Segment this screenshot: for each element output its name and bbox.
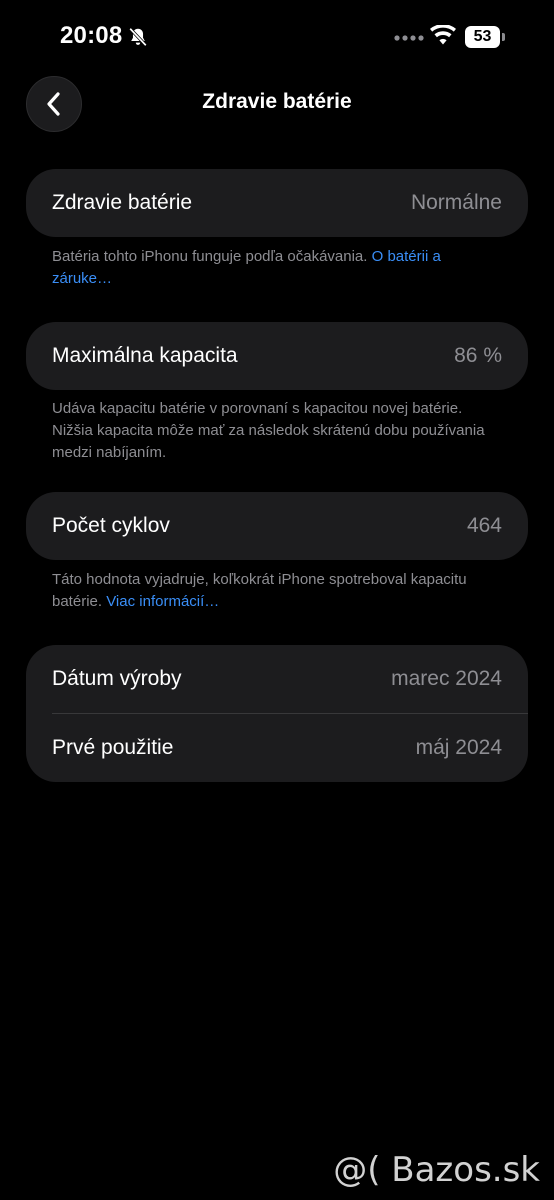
cycle-count-card: Počet cyklov 464 [26, 492, 528, 560]
battery-tip [502, 33, 505, 41]
manufacture-date-row: Dátum výroby marec 2024 [26, 645, 528, 713]
battery-health-card: Zdravie batérie Normálne [26, 169, 528, 237]
manufacture-date-value: marec 2024 [391, 667, 502, 690]
cycle-count-value: 464 [466, 514, 502, 537]
battery-health-note-text: Batéria tohto iPhonu funguje podľa očaká… [52, 248, 372, 265]
cellular-dots-icon [394, 35, 424, 41]
battery-health-row: Zdravie batérie Normálne [26, 169, 528, 237]
max-capacity-row: Maximálna kapacita 86 % [26, 322, 528, 390]
battery-level: 53 [465, 26, 500, 48]
dates-card: Dátum výroby marec 2024 Prvé použitie má… [26, 645, 528, 782]
page-title: Zdravie batérie [202, 90, 352, 113]
status-time: 20:08 [60, 22, 123, 49]
cycle-count-row: Počet cyklov 464 [26, 492, 528, 560]
first-use-label: Prvé použitie [52, 736, 174, 759]
max-capacity-value: 86 % [454, 344, 502, 367]
battery-icon: 53 [465, 26, 505, 48]
watermark: @( Bazos.sk [333, 1150, 540, 1190]
battery-health-label: Zdravie batérie [52, 191, 193, 214]
status-bar: 20:08 53 [0, 0, 554, 76]
max-capacity-note: Udáva kapacitu batérie v porovnaní s kap… [52, 400, 485, 461]
wifi-icon [430, 25, 456, 45]
max-capacity-card: Maximálna kapacita 86 % [26, 322, 528, 390]
max-capacity-label: Maximálna kapacita [52, 344, 238, 367]
cycle-count-note: Táto hodnota vyjadruje, koľkokrát iPhone… [52, 569, 504, 613]
first-use-row: Prvé použitie máj 2024 [26, 714, 528, 782]
bell-slash-icon [129, 27, 147, 47]
battery-health-note: Batéria tohto iPhonu funguje podľa očaká… [52, 246, 504, 290]
battery-health-value: Normálne [410, 191, 502, 214]
first-use-value: máj 2024 [415, 736, 502, 759]
more-info-link[interactable]: Viac informácií… [106, 593, 219, 610]
manufacture-date-label: Dátum výroby [52, 667, 182, 690]
cycle-count-label: Počet cyklov [52, 514, 170, 537]
